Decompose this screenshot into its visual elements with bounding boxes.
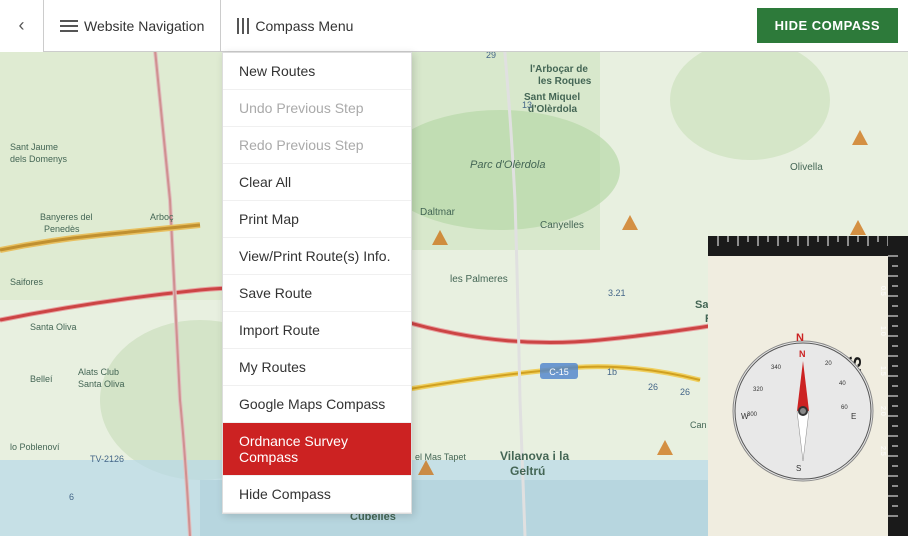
svg-text:2.0: 2.0 (879, 406, 886, 416)
svg-text:Alats Club: Alats Club (78, 367, 119, 377)
svg-text:60: 60 (841, 405, 848, 411)
menu-item-import-route[interactable]: Import Route (223, 312, 411, 349)
svg-text:Geltrú: Geltrú (510, 464, 545, 478)
back-icon: ‹ (19, 15, 25, 36)
menu-item-google-maps-compass[interactable]: Google Maps Compass (223, 386, 411, 423)
svg-text:les Roques: les Roques (538, 76, 592, 87)
svg-text:S: S (796, 464, 801, 473)
compass-menu-button[interactable]: Compass Menu (221, 0, 756, 52)
compass-widget: SILVA 1:21 000 (708, 236, 908, 536)
svg-text:Parc d'Olèrdola: Parc d'Olèrdola (470, 159, 545, 171)
svg-text:lo Poblenoví: lo Poblenoví (10, 442, 60, 452)
svg-text:d'Olèrdola: d'Olèrdola (528, 104, 577, 115)
svg-text:Santa Oliva: Santa Oliva (78, 379, 125, 389)
svg-text:TV-2126: TV-2126 (90, 454, 124, 464)
menu-item-clear-all[interactable]: Clear All (223, 164, 411, 201)
compass-menu-label: Compass Menu (255, 18, 353, 34)
svg-text:3.21: 3.21 (608, 288, 626, 298)
svg-text:13: 13 (522, 100, 532, 110)
svg-text:20: 20 (825, 361, 832, 367)
svg-text:Sant Miquel: Sant Miquel (524, 92, 580, 103)
navbar: ‹ Website Navigation Compass Menu HIDE C… (0, 0, 908, 52)
svg-text:0.5: 0.5 (879, 286, 886, 296)
svg-text:340: 340 (771, 365, 782, 371)
svg-text:C-15: C-15 (549, 367, 569, 377)
svg-text:Sant Jaume: Sant Jaume (10, 142, 58, 152)
svg-text:Santa Oliva: Santa Oliva (30, 322, 77, 332)
website-nav-button[interactable]: Website Navigation (44, 0, 221, 52)
svg-text:Saifores: Saifores (10, 277, 44, 287)
svg-text:N: N (796, 332, 804, 344)
svg-text:Canyelles: Canyelles (540, 220, 584, 231)
svg-text:dels Domenys: dels Domenys (10, 154, 68, 164)
menu-item-my-routes[interactable]: My Routes (223, 349, 411, 386)
svg-text:40: 40 (839, 381, 846, 387)
svg-text:26: 26 (648, 382, 658, 392)
menu-item-view-print-route-info[interactable]: View/Print Route(s) Info. (223, 238, 411, 275)
svg-text:el Mas Tapet: el Mas Tapet (415, 452, 466, 462)
svg-text:300: 300 (747, 412, 758, 418)
menu-item-new-routes[interactable]: New Routes (223, 53, 411, 90)
menu-item-redo-previous-step: Redo Previous Step (223, 127, 411, 164)
svg-text:6: 6 (69, 492, 74, 502)
svg-text:Banyeres del: Banyeres del (40, 212, 93, 222)
svg-text:E: E (851, 412, 856, 421)
svg-text:Vilanova i la: Vilanova i la (500, 449, 569, 463)
svg-text:N: N (799, 349, 806, 359)
svg-text:Penedès: Penedès (44, 224, 80, 234)
svg-text:2.5: 2.5 (879, 446, 886, 456)
svg-text:Daltmar: Daltmar (420, 207, 456, 218)
menu-item-hide-compass[interactable]: Hide Compass (223, 476, 411, 513)
menu-bars-icon (237, 18, 249, 34)
svg-text:les Palmeres: les Palmeres (450, 274, 508, 285)
svg-text:l'Arboçar de: l'Arboçar de (530, 64, 588, 75)
hide-compass-button[interactable]: HIDE COMPASS (757, 8, 898, 43)
svg-text:1.5: 1.5 (879, 366, 886, 376)
menu-item-ordnance-survey-compass[interactable]: Ordnance Survey Compass (223, 423, 411, 476)
hamburger-icon (60, 20, 78, 32)
svg-text:Olivella: Olivella (790, 162, 823, 173)
svg-text:1b: 1b (607, 367, 617, 377)
menu-item-undo-previous-step: Undo Previous Step (223, 90, 411, 127)
back-button[interactable]: ‹ (0, 0, 44, 52)
svg-text:W: W (741, 412, 749, 421)
menu-item-save-route[interactable]: Save Route (223, 275, 411, 312)
svg-text:1.0: 1.0 (879, 326, 886, 336)
svg-text:320: 320 (753, 387, 764, 393)
website-nav-label: Website Navigation (84, 18, 204, 34)
svg-text:26: 26 (680, 387, 690, 397)
svg-text:Arboç: Arboç (150, 212, 174, 222)
menu-item-print-map[interactable]: Print Map (223, 201, 411, 238)
svg-text:Belleí: Belleí (30, 374, 53, 384)
dropdown-menu: New RoutesUndo Previous StepRedo Previou… (222, 52, 412, 514)
